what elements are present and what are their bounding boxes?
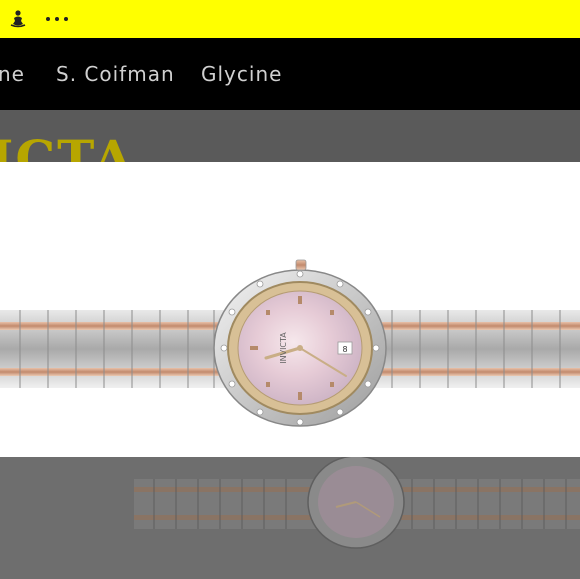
product-hero[interactable]: 8 INVICTA <box>0 162 580 457</box>
top-toolbar <box>0 0 580 38</box>
dial-brand-text: INVICTA <box>279 332 288 364</box>
brand-navbar: ne S. Coifman Glycine <box>0 38 580 110</box>
nav-item-glycine[interactable]: Glycine <box>201 62 282 86</box>
watch-image: 8 INVICTA <box>0 259 580 427</box>
watch-thumbnail[interactable] <box>0 457 580 579</box>
thumbnail-strip <box>0 457 580 579</box>
svg-text:8: 8 <box>342 345 347 354</box>
more-dots-icon[interactable] <box>44 9 70 29</box>
nav-item-partial[interactable]: ne <box>0 62 25 86</box>
nav-item-s-coifman[interactable]: S. Coifman <box>56 62 175 86</box>
meditation-figure-icon[interactable] <box>8 9 28 29</box>
bracelet-left <box>0 310 230 388</box>
brand-header-band: ICTA <box>0 110 580 162</box>
bracelet-right <box>370 310 580 388</box>
brand-title: ICTA <box>0 129 135 163</box>
